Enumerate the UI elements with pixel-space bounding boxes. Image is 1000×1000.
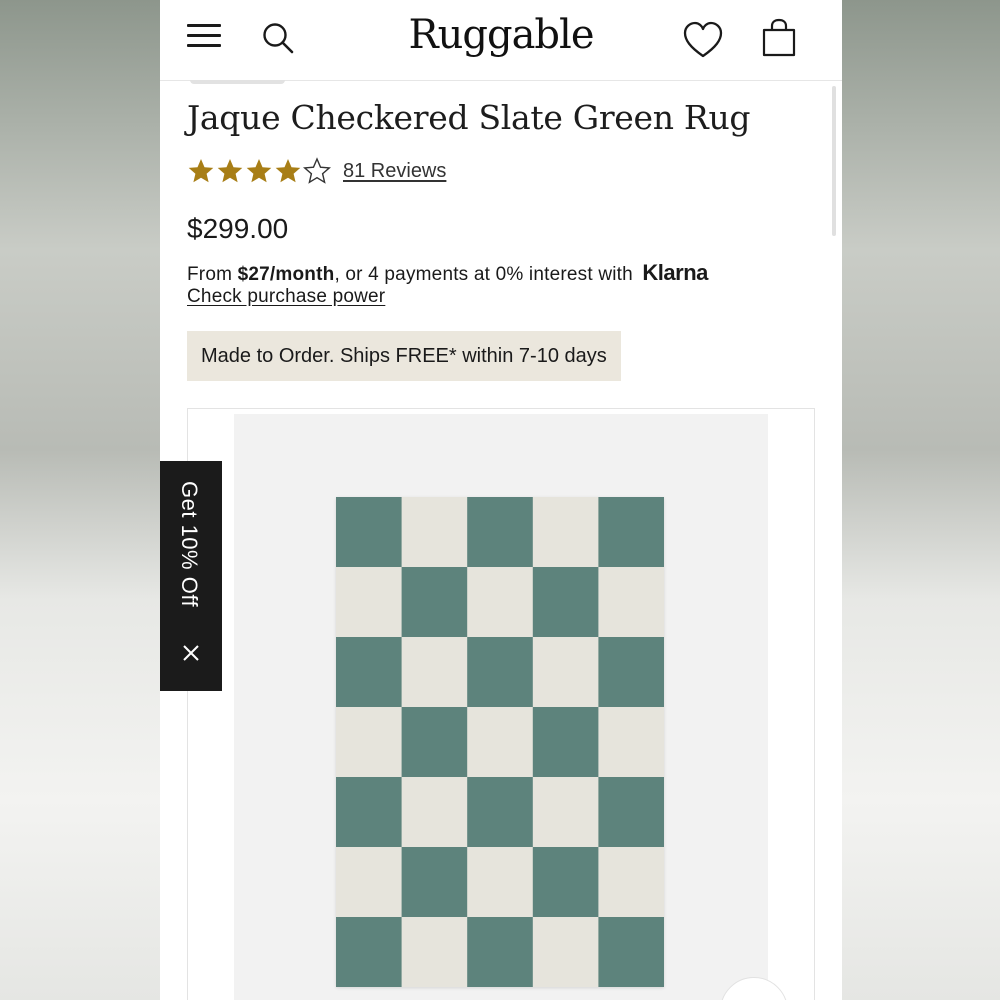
rug-square-green [598, 637, 664, 708]
rug-square-green [598, 497, 664, 568]
rug-square-green [532, 567, 599, 638]
rug-square-green [336, 777, 403, 848]
close-icon[interactable] [182, 644, 200, 662]
rug-square-cream [467, 847, 534, 918]
rug-square-cream [401, 917, 468, 987]
rug-square-cream [336, 567, 403, 638]
star-filled-icon [217, 159, 243, 183]
rug-square-green [467, 497, 534, 568]
rug-square-green [401, 847, 468, 918]
promo-tab[interactable]: Get 10% Off [160, 461, 222, 691]
rug-square-cream [532, 497, 599, 568]
rug-square-green [336, 497, 403, 568]
ruggable-logo[interactable]: Ruggable [160, 10, 842, 60]
scrollbar[interactable] [832, 86, 836, 236]
product-gallery[interactable] [187, 408, 815, 1000]
rug-square-green [532, 847, 599, 918]
rug-square-cream [598, 567, 664, 638]
financing-prefix: From [187, 264, 238, 285]
financing-monthly: $27/month [237, 264, 335, 285]
rug-square-cream [532, 637, 599, 708]
shopping-bag-icon[interactable] [760, 18, 798, 58]
shipping-badge-text: Made to Order. Ships FREE* within 7-10 d… [201, 344, 607, 367]
product-title: Jaque Checkered Slate Green Rug [187, 98, 751, 137]
rug-square-cream [401, 497, 468, 568]
financing-text: From $27/month, or 4 payments at 0% inte… [187, 260, 708, 286]
product-price: $299.00 [187, 213, 289, 244]
scroll-indicator [190, 80, 285, 84]
rug-square-green [401, 567, 468, 638]
rating-stars [187, 157, 331, 185]
shipping-badge: Made to Order. Ships FREE* within 7-10 d… [187, 331, 621, 381]
klarna-logo: Klarna [642, 260, 708, 285]
checkered-rug-image [336, 497, 664, 987]
rug-square-cream [598, 707, 664, 778]
reviews-link[interactable]: 81 Reviews [343, 160, 446, 183]
rug-square-cream [467, 707, 534, 778]
rug-square-green [401, 707, 468, 778]
rug-square-cream [336, 847, 403, 918]
background-left [0, 0, 160, 1000]
check-purchase-power-link[interactable]: Check purchase power [187, 286, 385, 308]
rug-square-green [467, 917, 534, 987]
rug-square-cream [532, 777, 599, 848]
product-image[interactable] [234, 414, 768, 1000]
rug-square-cream [401, 637, 468, 708]
rug-square-cream [598, 847, 664, 918]
rug-square-cream [467, 567, 534, 638]
star-empty-icon [303, 157, 331, 184]
rug-square-green [467, 637, 534, 708]
rug-square-cream [336, 707, 403, 778]
star-filled-icon [188, 159, 214, 183]
product-page: Ruggable Jaque Checkered Slate Green Rug… [160, 0, 842, 1000]
promo-label[interactable]: Get 10% Off [176, 481, 202, 607]
rug-square-green [336, 637, 403, 708]
rug-square-cream [401, 777, 468, 848]
site-header: Ruggable [160, 0, 842, 81]
rug-square-green [532, 707, 599, 778]
heart-icon[interactable] [682, 20, 724, 60]
star-filled-icon [275, 159, 301, 183]
rug-square-cream [532, 917, 599, 987]
financing-suffix: , or 4 payments at 0% interest with [334, 264, 633, 285]
product-rating[interactable]: 81 Reviews [187, 154, 446, 188]
rug-square-green [467, 777, 534, 848]
rug-square-green [598, 917, 664, 987]
star-filled-icon [246, 159, 272, 183]
rug-square-green [336, 917, 403, 987]
rug-square-green [598, 777, 664, 848]
background-right [842, 0, 1000, 1000]
